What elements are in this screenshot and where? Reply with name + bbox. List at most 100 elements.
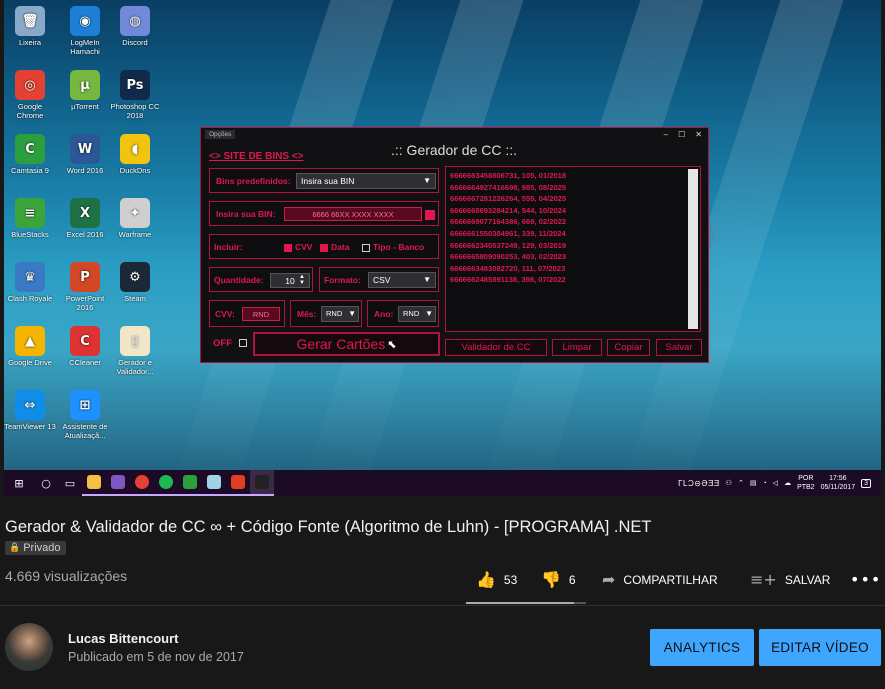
output-line: 6666664927416698, 985, 08/2025 xyxy=(450,182,567,192)
include-label: Incluir: xyxy=(214,242,243,252)
taskbar-camtasia[interactable] xyxy=(178,470,202,496)
include-type-option[interactable]: Tipo - Banco xyxy=(362,242,424,252)
clock[interactable]: 17:56 05/11/2017 xyxy=(821,474,856,492)
month-select[interactable]: RND ▼ xyxy=(321,306,359,322)
cvv-field[interactable]: RND xyxy=(242,307,280,321)
include-date-option[interactable]: Data xyxy=(320,242,349,252)
off-label: OFF xyxy=(213,338,232,349)
notification-center-icon[interactable]: 3 xyxy=(861,478,871,488)
desktop-icon[interactable]: ✦ Warframe xyxy=(109,198,161,239)
output-line: 6666663483082720, 111, 07/2023 xyxy=(450,263,566,273)
generated-cards-output[interactable]: 6666663458806731, 105, 01/2018 6666664927… xyxy=(445,166,701,332)
people-icon[interactable]: ⚇ xyxy=(726,479,732,487)
desktop-icon[interactable]: ⚙ Steam xyxy=(109,262,161,303)
cloud-icon[interactable]: ☁ xyxy=(784,479,791,487)
desktop-icon[interactable]: C CCleaner xyxy=(59,326,111,367)
taskbar-cc-generator[interactable] xyxy=(250,470,274,496)
save-output-button[interactable]: Salvar xyxy=(656,339,702,356)
video-player[interactable]: 🗑 Lixeira ◉ LogMeIn Hamachi ◍ Discord ◎ Google … xyxy=(4,0,881,496)
taskbar-file-explorer[interactable] xyxy=(82,470,106,496)
output-line: 6666662340537249, 129, 03/2019 xyxy=(450,240,567,250)
taskbar-notepad[interactable] xyxy=(202,470,226,496)
bin-input[interactable]: 6666 66XX XXXX XXXX xyxy=(284,207,422,221)
volume-icon[interactable]: ◁ xyxy=(773,479,778,487)
format-select[interactable]: CSV ▼ xyxy=(368,272,436,288)
wifi-icon[interactable]: ◔ xyxy=(762,480,766,487)
like-button[interactable]: 👍 53 xyxy=(476,570,517,589)
more-actions-button[interactable]: ••• xyxy=(850,570,881,589)
recycle-bin-icon: 🗑 xyxy=(15,6,45,36)
options-menu[interactable]: Opções xyxy=(205,130,236,139)
chevron-up-icon[interactable]: ⌃ xyxy=(738,479,744,487)
start-icon[interactable]: ⊞ xyxy=(4,470,34,496)
desktop-icon[interactable]: X Excel 2016 xyxy=(59,198,111,239)
channel-name[interactable]: Lucas Bittencourt xyxy=(68,631,179,646)
desktop-icon[interactable]: ≡ BlueStacks xyxy=(4,198,56,239)
maximize-icon[interactable]: ☐ xyxy=(678,130,685,139)
steam-icon: ⚙ xyxy=(120,262,150,292)
share-button[interactable]: ➦ COMPARTILHAR xyxy=(602,570,718,589)
output-line: 6666668693284214, 544, 10/2024 xyxy=(450,205,567,215)
desktop-icon[interactable]: C Camtasia 9 xyxy=(4,134,56,175)
minimize-icon[interactable]: – xyxy=(664,130,668,139)
desktop-icon[interactable]: Ps Photoshop CC 2018 xyxy=(109,70,161,120)
year-label: Ano: xyxy=(374,309,394,319)
validator-button[interactable]: Validador de CC xyxy=(445,339,547,356)
analytics-button[interactable]: ANALYTICS xyxy=(650,629,754,666)
date-checkbox[interactable] xyxy=(320,243,328,252)
cvv-checkbox[interactable] xyxy=(284,243,292,252)
desktop-icon[interactable]: W Word 2016 xyxy=(59,134,111,175)
desktop-icon[interactable]: ◎ Google Chrome xyxy=(4,70,56,120)
taskbar-ccleaner[interactable] xyxy=(226,470,250,496)
bins-preset-select[interactable]: Insira sua BIN ▼ xyxy=(296,173,436,189)
desktop-icon[interactable]: ⇔ TeamViewer 13 xyxy=(4,390,56,431)
quantity-group: Quantidade: 10 ▲ ▼ xyxy=(209,267,313,292)
network-icon[interactable]: ▤ xyxy=(750,479,757,487)
include-cvv-option[interactable]: CVV xyxy=(284,242,312,252)
avatar[interactable] xyxy=(5,623,53,671)
dislike-button[interactable]: 👎 6 xyxy=(541,570,576,589)
desktop-icon[interactable]: ◉ LogMeIn Hamachi xyxy=(59,6,111,56)
desktop-icon[interactable]: ♛ Clash Royale xyxy=(4,262,56,303)
task-view-icon[interactable]: ▭ xyxy=(58,470,82,496)
sentiment-bar xyxy=(466,602,586,604)
quantity-label: Quantidade: xyxy=(214,275,264,285)
desktop-icon[interactable]: 🗑 Lixeira xyxy=(4,6,56,47)
save-video-button[interactable]: ≡+ SALVAR xyxy=(750,570,830,589)
close-icon[interactable]: ✕ xyxy=(695,130,702,139)
edit-video-button[interactable]: EDITAR VÍDEO xyxy=(759,629,881,666)
site-de-bins-link[interactable]: <> SITE DE BINS <> xyxy=(209,151,303,162)
file-icon: ▯ xyxy=(120,326,150,356)
lock-icon: 🔒 xyxy=(9,543,21,553)
quantity-stepper[interactable]: 10 ▲ ▼ xyxy=(270,273,310,288)
desktop-icon-label: PowerPoint 2016 xyxy=(65,294,105,312)
cc-generator-window: Opções – ☐ ✕ <> SITE DE BINS <> .:: Gera… xyxy=(200,127,709,363)
stepper-arrows-icon[interactable]: ▲ ▼ xyxy=(299,274,305,286)
output-scrollbar[interactable] xyxy=(688,169,698,329)
type-checkbox[interactable] xyxy=(362,243,370,252)
desktop-icon[interactable]: µ µTorrent xyxy=(59,70,111,111)
desktop-icon-label: LogMeIn Hamachi xyxy=(70,38,100,56)
desktop-icon[interactable]: ◍ Discord xyxy=(109,6,161,47)
desktop-icon-label: Google Chrome xyxy=(16,102,44,120)
taskbar-chrome[interactable] xyxy=(130,470,154,496)
taskbar-spotify[interactable] xyxy=(154,470,178,496)
language-indicator[interactable]: POR PTB2 xyxy=(797,474,815,492)
clear-button[interactable]: Limpar xyxy=(552,339,602,356)
duckdns-icon: ◖ xyxy=(120,134,150,164)
video-actions: 👍 53 👎 6 ➦ COMPARTILHAR ≡+ SALVAR ••• xyxy=(0,570,885,590)
off-checkbox[interactable] xyxy=(239,339,247,347)
app-title: .:: Gerador de CC ::. xyxy=(391,142,518,158)
year-select[interactable]: RND ▼ xyxy=(398,306,436,322)
generate-cards-button[interactable]: Gerar Cartões ⬉ xyxy=(253,332,440,356)
search-icon[interactable]: ○ xyxy=(34,470,58,496)
copy-button[interactable]: Copiar xyxy=(607,339,650,356)
desktop-icon[interactable]: ▲ Google Drive xyxy=(4,326,56,367)
bin-confirm-checkbox[interactable] xyxy=(425,210,435,220)
desktop-icon[interactable]: ⊞ Assistente de Atualizaçã... xyxy=(59,390,111,440)
google-drive-icon: ▲ xyxy=(15,326,45,356)
desktop-icon[interactable]: ◖ DuckDns xyxy=(109,134,161,175)
desktop-icon[interactable]: P PowerPoint 2016 xyxy=(59,262,111,312)
taskbar-visual-studio[interactable] xyxy=(106,470,130,496)
desktop-icon[interactable]: ▯ Gerador e Validador... xyxy=(109,326,161,376)
